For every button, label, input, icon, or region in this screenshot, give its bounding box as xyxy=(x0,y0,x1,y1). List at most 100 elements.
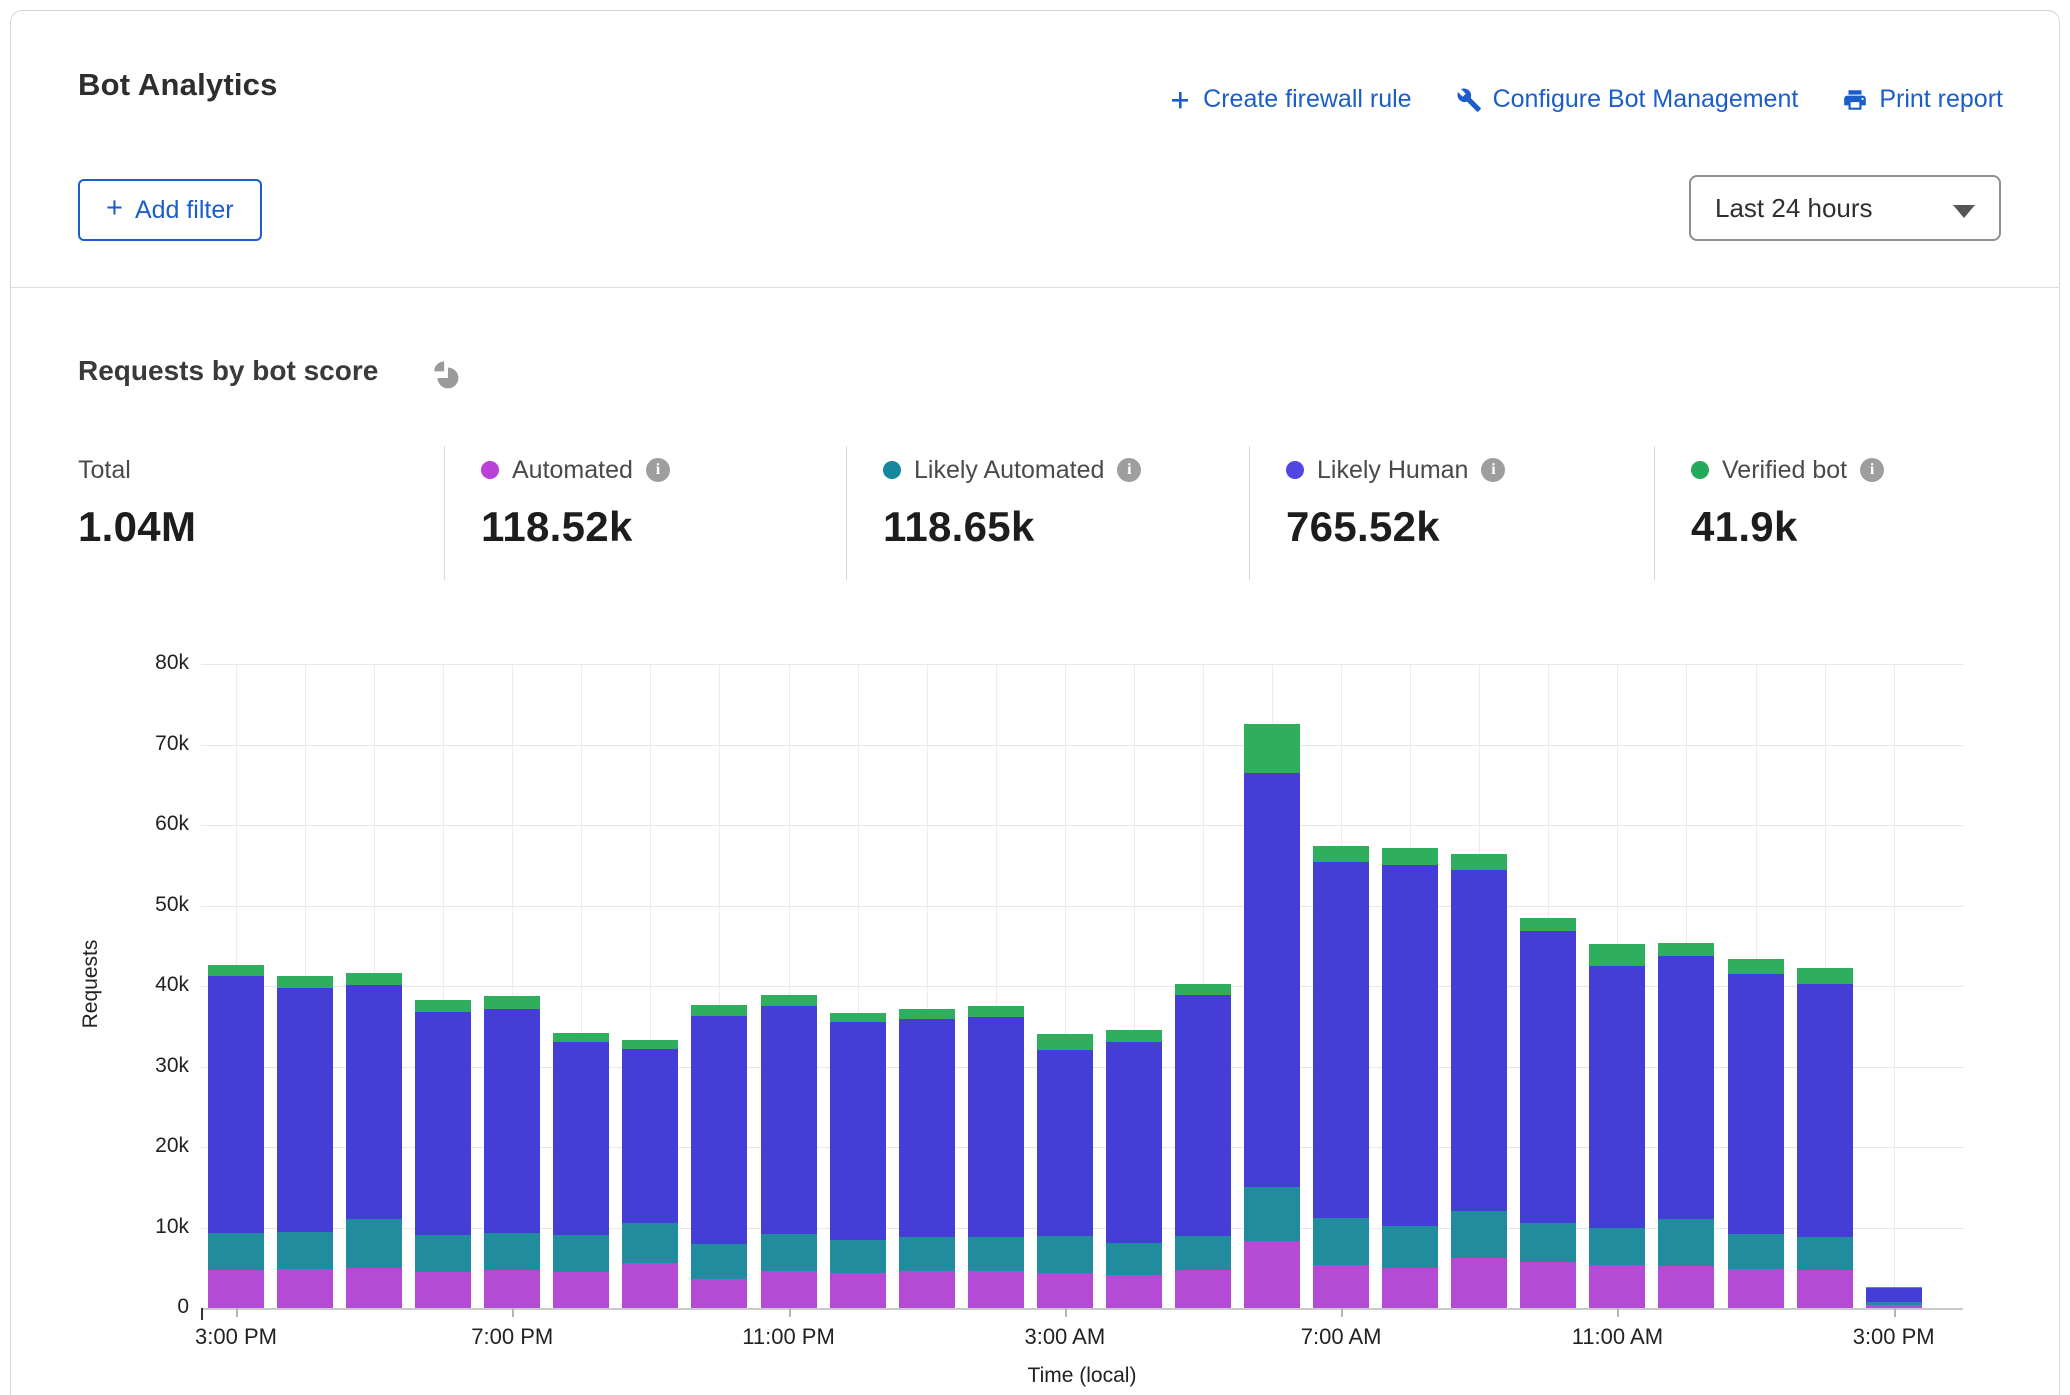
bar-segment-likely-automated[interactable] xyxy=(1866,1302,1922,1305)
bar-segment-automated[interactable] xyxy=(346,1268,402,1308)
bar-segment-automated[interactable] xyxy=(899,1271,955,1308)
bar-segment-likely-human[interactable] xyxy=(1382,865,1438,1226)
bar-segment-likely-human[interactable] xyxy=(1658,956,1714,1219)
info-icon[interactable]: i xyxy=(646,458,670,482)
bar-segment-verified-bot[interactable] xyxy=(1382,848,1438,865)
bar-segment-automated[interactable] xyxy=(968,1271,1024,1308)
bar-segment-verified-bot[interactable] xyxy=(1037,1034,1093,1049)
bar-segment-verified-bot[interactable] xyxy=(1866,1287,1922,1288)
bar-segment-verified-bot[interactable] xyxy=(277,976,333,988)
bar-segment-likely-human[interactable] xyxy=(899,1019,955,1237)
bar-segment-automated[interactable] xyxy=(1382,1268,1438,1308)
bar-segment-likely-automated[interactable] xyxy=(899,1237,955,1271)
bar-segment-automated[interactable] xyxy=(1728,1269,1784,1308)
bar-segment-likely-human[interactable] xyxy=(968,1017,1024,1237)
bar-segment-automated[interactable] xyxy=(1797,1270,1853,1308)
bar-segment-likely-human[interactable] xyxy=(1313,862,1369,1218)
bar-segment-likely-human[interactable] xyxy=(830,1022,886,1240)
bar-segment-automated[interactable] xyxy=(484,1270,540,1308)
info-icon[interactable]: i xyxy=(1860,458,1884,482)
bar-segment-likely-human[interactable] xyxy=(1451,870,1507,1211)
bar-segment-likely-human[interactable] xyxy=(208,976,264,1233)
bar-segment-likely-automated[interactable] xyxy=(1658,1219,1714,1266)
bar-segment-likely-human[interactable] xyxy=(1175,995,1231,1237)
bar-segment-verified-bot[interactable] xyxy=(1589,944,1645,966)
bar-segment-automated[interactable] xyxy=(1451,1258,1507,1308)
bar-segment-verified-bot[interactable] xyxy=(1313,846,1369,862)
bar-segment-automated[interactable] xyxy=(208,1270,264,1308)
bar-segment-verified-bot[interactable] xyxy=(1106,1030,1162,1041)
bar-segment-likely-automated[interactable] xyxy=(1589,1228,1645,1266)
bar-segment-likely-automated[interactable] xyxy=(1382,1226,1438,1268)
print-report-link[interactable]: Print report xyxy=(1842,85,2003,114)
bar-segment-likely-human[interactable] xyxy=(1106,1042,1162,1243)
bar-segment-automated[interactable] xyxy=(691,1279,747,1308)
bar-segment-verified-bot[interactable] xyxy=(761,995,817,1006)
bar-segment-verified-bot[interactable] xyxy=(1175,984,1231,995)
bar-segment-automated[interactable] xyxy=(761,1271,817,1308)
bar-segment-verified-bot[interactable] xyxy=(346,973,402,985)
bar-segment-verified-bot[interactable] xyxy=(968,1006,1024,1017)
bar-segment-likely-automated[interactable] xyxy=(1797,1237,1853,1270)
bar-segment-likely-automated[interactable] xyxy=(968,1237,1024,1271)
bar-segment-likely-human[interactable] xyxy=(277,988,333,1232)
bar-segment-automated[interactable] xyxy=(1658,1266,1714,1308)
bar-segment-verified-bot[interactable] xyxy=(622,1040,678,1049)
bar-segment-likely-human[interactable] xyxy=(484,1009,540,1233)
bar-segment-likely-human[interactable] xyxy=(1728,974,1784,1234)
bar-segment-automated[interactable] xyxy=(1589,1265,1645,1308)
bar-segment-automated[interactable] xyxy=(830,1273,886,1308)
create-firewall-rule-link[interactable]: Create firewall rule xyxy=(1168,85,1411,114)
bar-segment-likely-automated[interactable] xyxy=(830,1240,886,1273)
bar-segment-verified-bot[interactable] xyxy=(1797,968,1853,983)
bar-segment-automated[interactable] xyxy=(1520,1262,1576,1308)
bar-segment-verified-bot[interactable] xyxy=(1728,959,1784,973)
bar-segment-verified-bot[interactable] xyxy=(484,996,540,1009)
bar-segment-likely-automated[interactable] xyxy=(553,1235,609,1272)
time-range-select[interactable]: Last 24 hours xyxy=(1689,175,2001,241)
bar-segment-likely-automated[interactable] xyxy=(1106,1243,1162,1275)
bar-segment-likely-human[interactable] xyxy=(761,1006,817,1234)
bar-segment-likely-automated[interactable] xyxy=(1313,1218,1369,1265)
bar-segment-likely-human[interactable] xyxy=(553,1042,609,1235)
bar-segment-likely-human[interactable] xyxy=(622,1049,678,1223)
bar-segment-likely-human[interactable] xyxy=(1037,1050,1093,1237)
bar-segment-likely-automated[interactable] xyxy=(1175,1236,1231,1270)
bar-segment-likely-automated[interactable] xyxy=(415,1235,471,1272)
bar-segment-likely-automated[interactable] xyxy=(1520,1223,1576,1262)
bar-segment-automated[interactable] xyxy=(622,1263,678,1308)
bar-segment-verified-bot[interactable] xyxy=(415,1000,471,1012)
bar-segment-likely-human[interactable] xyxy=(1520,931,1576,1223)
bar-segment-likely-automated[interactable] xyxy=(761,1234,817,1271)
bar-segment-automated[interactable] xyxy=(1175,1270,1231,1308)
bar-segment-verified-bot[interactable] xyxy=(830,1013,886,1023)
bar-segment-likely-automated[interactable] xyxy=(691,1244,747,1279)
bar-segment-likely-human[interactable] xyxy=(346,985,402,1219)
info-icon[interactable]: i xyxy=(1117,458,1141,482)
bar-segment-verified-bot[interactable] xyxy=(691,1005,747,1015)
bar-segment-likely-human[interactable] xyxy=(1866,1288,1922,1302)
bar-segment-likely-automated[interactable] xyxy=(1037,1236,1093,1272)
bar-segment-verified-bot[interactable] xyxy=(899,1009,955,1019)
bar-segment-likely-automated[interactable] xyxy=(277,1232,333,1269)
bar-segment-verified-bot[interactable] xyxy=(208,965,264,976)
bar-segment-likely-automated[interactable] xyxy=(1451,1211,1507,1258)
bar-segment-likely-automated[interactable] xyxy=(346,1219,402,1267)
bar-segment-likely-automated[interactable] xyxy=(208,1233,264,1270)
bar-segment-likely-human[interactable] xyxy=(1797,984,1853,1238)
bar-segment-likely-automated[interactable] xyxy=(622,1223,678,1263)
bar-segment-automated[interactable] xyxy=(1106,1275,1162,1308)
add-filter-button[interactable]: + Add filter xyxy=(78,179,262,241)
bar-segment-verified-bot[interactable] xyxy=(1451,854,1507,870)
info-icon[interactable]: i xyxy=(1481,458,1505,482)
bar-segment-verified-bot[interactable] xyxy=(553,1033,609,1042)
bar-segment-verified-bot[interactable] xyxy=(1520,918,1576,932)
bar-segment-automated[interactable] xyxy=(1037,1273,1093,1308)
bar-segment-automated[interactable] xyxy=(277,1269,333,1308)
bar-segment-automated[interactable] xyxy=(415,1272,471,1308)
bar-segment-likely-automated[interactable] xyxy=(1728,1234,1784,1269)
bar-segment-automated[interactable] xyxy=(1313,1265,1369,1308)
bar-segment-likely-human[interactable] xyxy=(1589,966,1645,1228)
configure-bot-management-link[interactable]: Configure Bot Management xyxy=(1456,85,1799,114)
bar-segment-likely-human[interactable] xyxy=(1244,773,1300,1188)
